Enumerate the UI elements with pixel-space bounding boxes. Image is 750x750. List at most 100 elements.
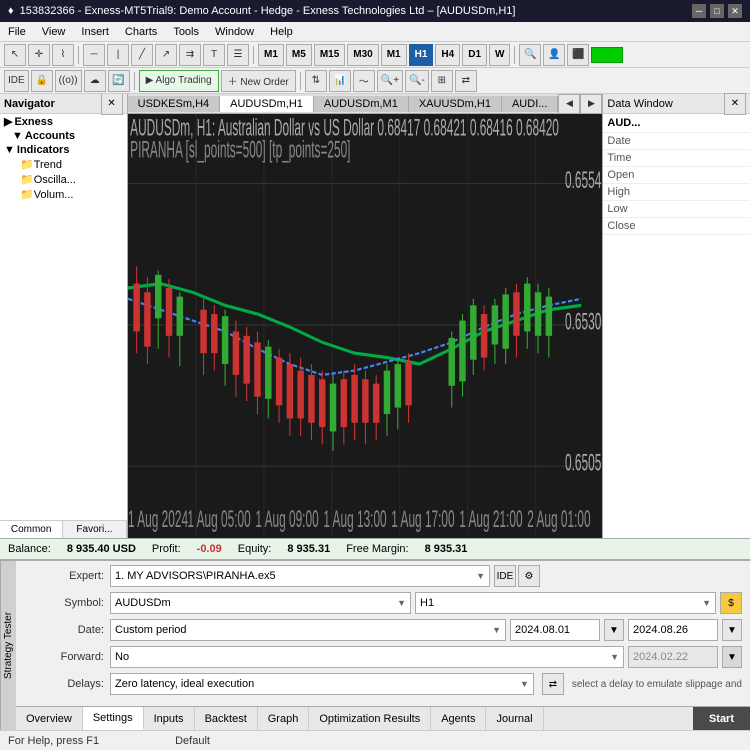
chart-tab-label-m1: AUDUSDm,M1 bbox=[324, 98, 398, 110]
nav-item-oscillators[interactable]: 📁 Oscilla... bbox=[0, 172, 127, 187]
date-row: Date: Custom period ▼ 2024.08.01 ▼ 2024.… bbox=[24, 619, 742, 641]
arrow-tool[interactable]: ↗ bbox=[155, 44, 177, 66]
chart-tab-audusd[interactable]: AUDUSDm,H1 bbox=[220, 96, 314, 112]
symbol-label: Symbol: bbox=[24, 597, 104, 609]
tab-common[interactable]: Common bbox=[0, 521, 63, 538]
delays-info-btn[interactable]: ⇄ bbox=[542, 673, 564, 695]
delays-select[interactable]: Zero latency, ideal execution ▼ bbox=[110, 673, 534, 695]
fib-tool[interactable]: ☰ bbox=[227, 44, 249, 66]
cursor-tool[interactable]: ↖ bbox=[4, 44, 26, 66]
menu-charts[interactable]: Charts bbox=[117, 24, 165, 40]
tab-favorites[interactable]: Favori... bbox=[63, 521, 126, 538]
forward-select[interactable]: No ▼ bbox=[110, 646, 624, 668]
zoom-out-button[interactable]: 🔍- bbox=[405, 70, 429, 92]
date-type-select[interactable]: Custom period ▼ bbox=[110, 619, 506, 641]
crosshair-tool[interactable]: ✛ bbox=[28, 44, 50, 66]
chart-tab-audi[interactable]: AUDI... bbox=[502, 96, 558, 112]
nav-item-volumes[interactable]: 📁 Volum... bbox=[0, 187, 127, 202]
folder-icon: 📁 bbox=[20, 158, 34, 171]
forward-date-input[interactable]: 2024.02.22 bbox=[628, 646, 718, 668]
nav-section-exness[interactable]: ▶ Exness bbox=[0, 114, 127, 129]
symbol-icon-btn[interactable]: $ bbox=[720, 592, 742, 614]
tf-d1[interactable]: D1 bbox=[462, 44, 487, 66]
line-tool[interactable]: ⌇ bbox=[52, 44, 74, 66]
chart-tab-scroll-right[interactable]: ▶ bbox=[580, 94, 602, 114]
menu-view[interactable]: View bbox=[34, 24, 74, 40]
tf-m15[interactable]: M15 bbox=[314, 44, 345, 66]
dw-open-label: Open bbox=[607, 169, 634, 181]
tf-m1[interactable]: M1 bbox=[258, 44, 284, 66]
tab-journal[interactable]: Journal bbox=[486, 707, 543, 730]
tab-backtest[interactable]: Backtest bbox=[195, 707, 258, 730]
tf-m30[interactable]: M30 bbox=[347, 44, 378, 66]
zoom-in-button[interactable]: 🔍+ bbox=[377, 70, 403, 92]
expert-select[interactable]: 1. MY ADVISORS\PIRANHA.ex5 ▼ bbox=[110, 565, 490, 587]
date-type-arrow: ▼ bbox=[492, 625, 501, 635]
menu-help[interactable]: Help bbox=[262, 24, 301, 40]
cloud-button[interactable]: ☁ bbox=[84, 70, 106, 92]
profile-btn[interactable]: 👤 bbox=[543, 44, 565, 66]
chart-container[interactable]: 0.65545 0.65300 0.65055 bbox=[128, 114, 603, 538]
chart-type-button[interactable]: 📊 bbox=[329, 70, 351, 92]
tab-optimization[interactable]: Optimization Results bbox=[309, 707, 431, 730]
date-to-input[interactable]: 2024.08.26 bbox=[628, 619, 718, 641]
new-order-button[interactable]: ＋ New Order bbox=[221, 70, 296, 92]
tf-w[interactable]: W bbox=[489, 44, 510, 66]
depth-button[interactable]: ⇅ bbox=[305, 70, 327, 92]
window-controls[interactable]: ─ □ ✕ bbox=[692, 4, 742, 18]
timeframe-select[interactable]: H1 ▼ bbox=[415, 592, 716, 614]
ide-button[interactable]: IDE bbox=[4, 70, 29, 92]
close-button[interactable]: ✕ bbox=[728, 4, 742, 18]
tf-h4[interactable]: H4 bbox=[435, 44, 460, 66]
data-window-close[interactable]: ✕ bbox=[724, 93, 746, 115]
tab-overview[interactable]: Overview bbox=[16, 707, 83, 730]
refresh-button[interactable]: 🔄 bbox=[108, 70, 130, 92]
menu-window[interactable]: Window bbox=[207, 24, 262, 40]
chart-tab-scroll-left[interactable]: ◀ bbox=[558, 94, 580, 114]
tab-agents[interactable]: Agents bbox=[431, 707, 486, 730]
expert-settings-btn[interactable]: ⚙ bbox=[518, 565, 540, 587]
menu-tools[interactable]: Tools bbox=[165, 24, 207, 40]
algo-trading-button[interactable]: ▶ Algo Trading bbox=[139, 70, 219, 92]
delays-value: Zero latency, ideal execution bbox=[115, 678, 254, 690]
lock-button[interactable]: 🔒 bbox=[31, 70, 53, 92]
symbol-select[interactable]: AUDUSDm ▼ bbox=[110, 592, 411, 614]
date-to-cal[interactable]: ▼ bbox=[722, 619, 742, 641]
nav-item-trend[interactable]: 📁 Trend bbox=[0, 157, 127, 172]
channel-tool[interactable]: ⇉ bbox=[179, 44, 201, 66]
forward-date-cal[interactable]: ▼ bbox=[722, 646, 742, 668]
tab-graph[interactable]: Graph bbox=[258, 707, 310, 730]
nav-section-indicators[interactable]: ▼ Indicators bbox=[0, 143, 127, 157]
text-tool[interactable]: T bbox=[203, 44, 225, 66]
grid-button[interactable]: ⊞ bbox=[431, 70, 453, 92]
navigator-close[interactable]: ✕ bbox=[101, 94, 123, 115]
tf-m5[interactable]: M5 bbox=[286, 44, 312, 66]
maximize-button[interactable]: □ bbox=[710, 4, 724, 18]
tf-m1b[interactable]: M1 bbox=[381, 44, 407, 66]
dw-row-low: Low bbox=[603, 201, 750, 218]
tf-h1[interactable]: H1 bbox=[409, 44, 434, 66]
date-from-input[interactable]: 2024.08.01 bbox=[510, 619, 600, 641]
tab-settings[interactable]: Settings bbox=[83, 707, 144, 730]
trendline-tool[interactable]: ╱ bbox=[131, 44, 153, 66]
tab-inputs[interactable]: Inputs bbox=[144, 707, 195, 730]
chart-tab-usdkes[interactable]: USDKESm,H4 bbox=[128, 96, 221, 112]
menu-file[interactable]: File bbox=[0, 24, 34, 40]
search-btn[interactable]: 🔍 bbox=[519, 44, 541, 66]
menu-insert[interactable]: Insert bbox=[73, 24, 117, 40]
chart-tab-xauusd[interactable]: XAUUSDm,H1 bbox=[409, 96, 502, 112]
scroll-button[interactable]: ⇄ bbox=[455, 70, 477, 92]
expert-ide-btn[interactable]: IDE bbox=[494, 565, 516, 587]
start-button[interactable]: Start bbox=[693, 707, 750, 730]
title-bar: ♦ 153832366 - Exness-MT5Trial9: Demo Acc… bbox=[0, 0, 750, 22]
hline-tool[interactable]: ─ bbox=[83, 44, 105, 66]
minimize-button[interactable]: ─ bbox=[692, 4, 706, 18]
nav-section-accounts[interactable]: ▼ Accounts bbox=[0, 129, 127, 143]
chart-tab-audusdm1[interactable]: AUDUSDm,M1 bbox=[314, 96, 409, 112]
indicator-button[interactable]: 〜 bbox=[353, 70, 375, 92]
radio-button[interactable]: ((o)) bbox=[55, 70, 82, 92]
vline-tool[interactable]: | bbox=[107, 44, 129, 66]
expand-icon: ▶ bbox=[4, 115, 12, 128]
level-btn[interactable]: ⬛ bbox=[567, 44, 589, 66]
date-from-cal[interactable]: ▼ bbox=[604, 619, 624, 641]
